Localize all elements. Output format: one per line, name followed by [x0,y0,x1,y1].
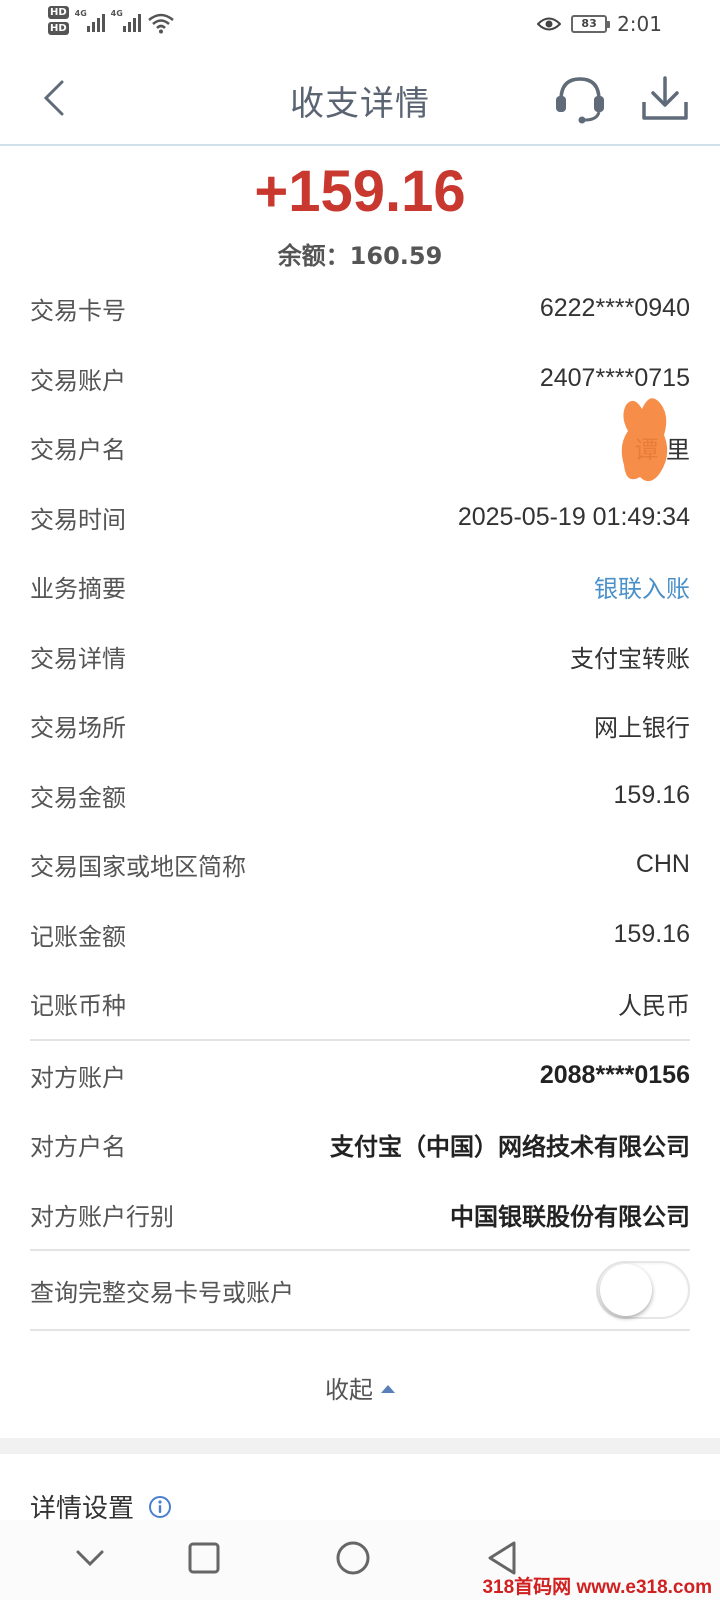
status-left: HD HD 4G 4G [48,6,175,35]
detail-label: 交易户名 [30,436,126,465]
signal-icon: 4G [74,9,105,34]
balance-text: 余额：160.59 [277,242,443,270]
detail-value: 6222****0940 [539,294,690,323]
app-header: 收支详情 [0,50,720,146]
detail-row-currency: 记账币种 人民币 [30,969,690,1039]
detail-value: 2407****0715 [539,363,690,392]
detail-row-location: 交易场所 网上银行 [30,691,690,761]
status-bar: HD HD 4G 4G 83 2:01 [0,0,720,50]
detail-label: 记账金额 [30,922,126,951]
hd-badge: HD [48,22,69,35]
customer-service-headset-icon[interactable] [553,74,607,124]
detail-value: 159.16 [613,919,690,948]
info-icon[interactable] [148,1495,172,1519]
redaction-mark [621,398,668,482]
detail-label: 对方户名 [30,1133,126,1162]
status-right: 83 2:01 [537,12,662,36]
detail-label: 交易场所 [30,714,126,743]
counterparty-row-bank: 对方账户行别 中国银联股份有限公司 [30,1180,690,1250]
detail-value: 中国银联股份有限公司 [450,1202,690,1231]
detail-row-amount: 交易金额 159.16 [30,761,690,831]
detail-row-card-number: 交易卡号 6222****0940 [30,274,690,344]
detail-label: 交易时间 [30,505,126,534]
home-circle-icon[interactable] [333,1538,373,1578]
detail-label: 交易账户 [30,366,126,395]
detail-value: 2025-05-19 01:49:34 [457,502,690,531]
full-number-toggle-row: 查询完整交易卡号或账户 [30,1251,690,1329]
detail-value: 网上银行 [594,714,690,743]
detail-row-time: 交易时间 2025-05-19 01:49:34 [30,483,690,553]
detail-list: 交易卡号 6222****0940 交易账户 2407****0715 交易户名… [30,274,690,1331]
detail-label: 交易国家或地区简称 [30,853,246,882]
detail-value: CHN [635,850,690,879]
detail-row-booked-amount: 记账金额 159.16 [30,900,690,970]
detail-row-account-name: 交易户名 谭 里 [30,413,690,483]
section-separator [0,1438,720,1454]
network-type-label: 4G [74,9,87,18]
counterparty-row-account: 对方账户 2088****0156 [30,1041,690,1111]
detail-row-country: 交易国家或地区简称 CHN [30,830,690,900]
detail-row-transaction-details: 交易详情 支付宝转账 [30,622,690,692]
battery-icon: 83 [571,15,611,33]
download-icon[interactable] [640,74,690,124]
caret-up-icon [381,1385,395,1393]
detail-value: 支付宝（中国）网络技术有限公司 [330,1133,690,1162]
detail-label: 业务摘要 [30,575,126,604]
transaction-amount: +159.16 [254,159,466,224]
collapse-button[interactable]: 收起 [0,1370,720,1405]
business-summary-link[interactable]: 银联入账 [594,569,690,604]
full-number-toggle[interactable] [596,1261,690,1319]
hd-badge: HD [48,6,69,19]
toggle-label: 查询完整交易卡号或账户 [30,1278,294,1307]
collapse-label: 收起 [325,1376,373,1404]
detail-row-account: 交易账户 2407****0715 [30,344,690,414]
detail-label: 对方账户行别 [30,1202,174,1231]
watermark: 318首码网 www.e318.com [482,1577,712,1598]
wifi-icon [147,13,174,34]
signal-icon: 4G [110,9,141,34]
hd-indicators: HD HD [48,6,69,35]
detail-value: 支付宝转账 [570,644,690,673]
detail-value: 人民币 [618,992,690,1021]
detail-label: 记账币种 [30,992,126,1021]
chevron-down-icon[interactable] [70,1538,110,1578]
detail-value: 159.16 [613,780,690,809]
detail-label: 交易卡号 [30,297,126,326]
detail-label: 交易金额 [30,783,126,812]
divider [30,1329,690,1331]
detail-label: 交易详情 [30,644,126,673]
eye-icon [537,17,562,31]
page-title: 收支详情 [290,84,430,124]
toggle-knob [600,1264,652,1316]
detail-label: 对方账户 [30,1063,126,1092]
detail-value: 2088****0156 [539,1060,690,1089]
counterparty-row-name: 对方户名 支付宝（中国）网络技术有限公司 [30,1110,690,1180]
network-type-label: 4G [110,9,123,18]
recent-apps-square-icon[interactable] [184,1538,224,1578]
clock: 2:01 [617,12,662,36]
detail-row-summary: 业务摘要 银联入账 [30,552,690,622]
